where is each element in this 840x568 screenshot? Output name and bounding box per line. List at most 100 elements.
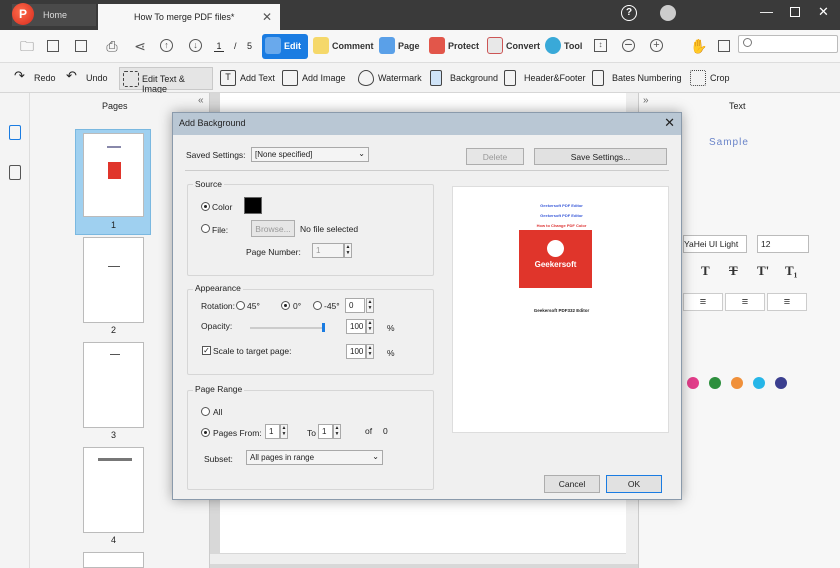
zoom-in-icon[interactable]: + bbox=[650, 39, 663, 52]
crop-icon bbox=[690, 70, 706, 86]
bold-icon[interactable]: T bbox=[701, 263, 710, 279]
page-thumb-4[interactable] bbox=[83, 447, 144, 533]
page-thumb-2[interactable] bbox=[83, 237, 144, 323]
ok-button[interactable]: OK bbox=[606, 475, 662, 493]
redo-button[interactable]: ↷ Redo bbox=[14, 68, 56, 88]
page-thumb-3[interactable] bbox=[83, 342, 144, 428]
color-swatch-pink[interactable] bbox=[687, 377, 699, 389]
cancel-button[interactable]: Cancel bbox=[544, 475, 600, 493]
range-to-field[interactable]: 1 bbox=[318, 424, 333, 439]
select-tool-icon[interactable] bbox=[718, 40, 730, 52]
maximize-icon[interactable] bbox=[790, 7, 800, 17]
source-color-radio[interactable] bbox=[201, 202, 210, 211]
edit-button[interactable]: Edit bbox=[262, 34, 308, 59]
page-button[interactable]: Page bbox=[376, 34, 422, 59]
help-icon[interactable]: ? bbox=[621, 5, 637, 21]
rotation-field[interactable]: 0 bbox=[345, 298, 365, 313]
page-number-field[interactable]: 1 bbox=[312, 243, 344, 258]
align-center-icon[interactable]: ≡ bbox=[725, 293, 765, 311]
avatar[interactable] bbox=[660, 5, 676, 21]
range-pages-radio[interactable] bbox=[201, 428, 210, 437]
pages-icon[interactable] bbox=[9, 125, 21, 140]
scale-stepper[interactable]: ▲ ▼ bbox=[366, 344, 374, 359]
preview-line-1: Geekersoft PDF Editor bbox=[540, 203, 583, 208]
delete-button[interactable]: Delete bbox=[466, 148, 524, 165]
undo-button[interactable]: ↶ Undo bbox=[66, 68, 108, 88]
font-size-select[interactable]: 12 bbox=[757, 235, 809, 253]
range-from-stepper[interactable]: ▲ ▼ bbox=[280, 424, 288, 439]
save-settings-button[interactable]: Save Settings... bbox=[534, 148, 667, 165]
range-all-radio[interactable] bbox=[201, 407, 210, 416]
opacity-slider-track[interactable] bbox=[250, 327, 324, 329]
rotation-stepper[interactable]: ▲ ▼ bbox=[366, 298, 374, 313]
page-thumb-1[interactable] bbox=[83, 133, 144, 217]
bates-numbering-button[interactable]: Bates Numbering bbox=[592, 70, 682, 88]
collapse-pages-icon[interactable]: « bbox=[198, 95, 204, 106]
header-footer-button[interactable]: Header&Footer bbox=[504, 70, 586, 88]
color-swatch-green[interactable] bbox=[709, 377, 721, 389]
crop-button[interactable]: Crop bbox=[690, 70, 730, 88]
comment-label: Comment bbox=[332, 41, 374, 51]
subscript-icon[interactable]: T₁ bbox=[785, 263, 798, 279]
color-swatch[interactable] bbox=[244, 197, 262, 214]
color-swatch-orange[interactable] bbox=[731, 377, 743, 389]
rotation-minus45-radio[interactable] bbox=[313, 301, 322, 310]
search-input[interactable] bbox=[738, 35, 838, 53]
align-right-icon[interactable]: ≡ bbox=[767, 293, 807, 311]
font-select[interactable]: YaHei UI Light bbox=[683, 235, 747, 253]
watermark-button[interactable]: Watermark bbox=[358, 70, 422, 88]
browse-button[interactable]: Browse... bbox=[251, 220, 295, 237]
comment-button[interactable]: Comment bbox=[310, 34, 374, 59]
prev-page-icon[interactable]: ↑ bbox=[160, 39, 173, 52]
next-page-icon[interactable]: ↓ bbox=[189, 39, 202, 52]
strikethrough-icon[interactable]: T bbox=[729, 263, 738, 279]
current-page-input[interactable]: 1 bbox=[214, 41, 224, 52]
range-from-field[interactable]: 1 bbox=[265, 424, 280, 439]
add-text-icon: T bbox=[220, 70, 236, 86]
color-swatch-cyan[interactable] bbox=[753, 377, 765, 389]
close-tab-icon[interactable]: ✕ bbox=[262, 10, 272, 24]
saved-settings-select[interactable]: [None specified] ⌄ bbox=[251, 147, 369, 162]
range-to-stepper[interactable]: ▲ ▼ bbox=[333, 424, 341, 439]
scale-label: Scale to target page: bbox=[213, 346, 292, 356]
scale-checkbox[interactable]: ✓ bbox=[202, 346, 211, 355]
horizontal-scrollbar[interactable] bbox=[210, 554, 626, 564]
fit-width-icon[interactable]: ↕ bbox=[594, 39, 607, 52]
align-left-icon[interactable]: ≡ bbox=[683, 293, 723, 311]
save-as-icon[interactable] bbox=[75, 40, 87, 52]
collapse-right-icon[interactable]: » bbox=[643, 95, 649, 106]
page-number-stepper[interactable]: ▲ ▼ bbox=[344, 243, 352, 258]
close-window-icon[interactable]: ✕ bbox=[818, 4, 829, 20]
zoom-out-icon[interactable]: − bbox=[622, 37, 635, 52]
text-sample: Sample bbox=[709, 137, 749, 148]
source-file-radio[interactable] bbox=[201, 224, 210, 233]
color-swatch-navy[interactable] bbox=[775, 377, 787, 389]
outline-icon[interactable] bbox=[9, 165, 21, 180]
superscript-icon[interactable]: T' bbox=[757, 263, 769, 279]
subset-select[interactable]: All pages in range ⌄ bbox=[246, 450, 383, 465]
opacity-slider-thumb[interactable] bbox=[322, 323, 325, 332]
convert-button[interactable]: Convert bbox=[484, 34, 540, 59]
share-icon[interactable]: ⋖ bbox=[132, 38, 148, 54]
tab-document[interactable]: How To merge PDF files* ✕ bbox=[98, 4, 280, 30]
open-folder-icon[interactable]: 🗀 bbox=[19, 38, 35, 54]
tool-button[interactable]: Tool bbox=[542, 34, 588, 59]
minimize-icon[interactable]: — bbox=[760, 4, 773, 19]
page-thumb-5[interactable] bbox=[83, 552, 144, 568]
add-text-button[interactable]: T Add Text bbox=[220, 70, 275, 88]
dialog-close-icon[interactable]: ✕ bbox=[664, 115, 675, 131]
opacity-stepper[interactable]: ▲ ▼ bbox=[366, 319, 374, 334]
rotation-45-radio[interactable] bbox=[236, 301, 245, 310]
edit-text-image-button[interactable]: Edit Text & Image bbox=[119, 67, 213, 94]
opacity-field[interactable]: 100 bbox=[346, 319, 366, 334]
print-icon[interactable]: ⎙ bbox=[104, 38, 120, 54]
rotation-0-radio[interactable] bbox=[281, 301, 290, 310]
dialog-title: Add Background bbox=[179, 118, 246, 128]
background-button[interactable]: Background bbox=[430, 70, 498, 88]
hand-tool-icon[interactable]: ✋ bbox=[690, 38, 707, 54]
add-image-button[interactable]: Add Image bbox=[282, 70, 346, 88]
protect-button[interactable]: Protect bbox=[426, 34, 482, 59]
left-icon-strip bbox=[0, 93, 30, 568]
scale-field[interactable]: 100 bbox=[346, 344, 366, 359]
save-icon[interactable] bbox=[47, 40, 59, 52]
